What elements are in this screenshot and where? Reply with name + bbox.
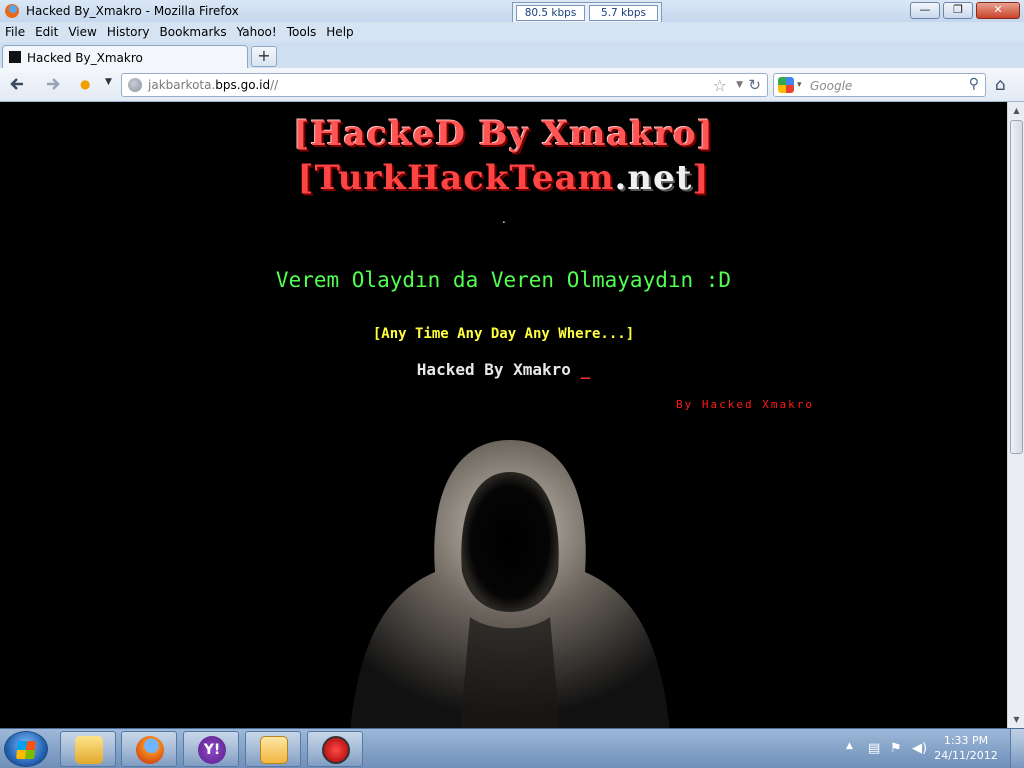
scroll-thumb[interactable]: [1010, 120, 1023, 454]
byline-text: By Hacked Xmakro: [676, 398, 814, 411]
upload-rate: 5.7 kbps: [589, 5, 658, 21]
taskbar-yahoo-messenger[interactable]: Y!: [183, 731, 239, 767]
outlook-icon: [260, 736, 288, 764]
bookmark-star-icon[interactable]: ☆: [713, 76, 727, 95]
scroll-up-icon[interactable]: ▲: [1008, 102, 1024, 119]
search-magnifier-icon[interactable]: ⚲: [969, 76, 979, 92]
url-dropdown-icon[interactable]: ▼: [736, 80, 743, 90]
menu-help[interactable]: Help: [326, 25, 353, 39]
new-tab-button[interactable]: +: [251, 46, 277, 67]
window-titlebar: Hacked By_Xmakro - Mozilla Firefox 80.5 …: [0, 0, 1024, 24]
taskbar-recorder[interactable]: [307, 731, 363, 767]
taskbar-outlook[interactable]: [245, 731, 301, 767]
windows-logo-icon: [16, 741, 36, 759]
back-button[interactable]: [6, 75, 28, 95]
google-engine-icon[interactable]: [778, 77, 794, 93]
firefox-icon: [136, 736, 164, 764]
navigation-toolbar: ● ▼ jakbarkota.bps.go.id// ☆ ▼ ↻ ▾ Googl…: [0, 68, 1024, 102]
close-button[interactable]: ✕: [976, 2, 1020, 19]
record-icon: [322, 736, 350, 764]
anytime-message: [Any Time Any Day Any Where...]: [372, 326, 635, 342]
tab-label: Hacked By_Xmakro: [27, 51, 143, 65]
maximize-button[interactable]: ❐: [943, 2, 973, 19]
tray-expand-icon[interactable]: ▲: [846, 741, 853, 751]
menu-tools[interactable]: Tools: [287, 25, 317, 39]
menu-bookmarks[interactable]: Bookmarks: [160, 25, 227, 39]
action-center-flag-icon[interactable]: ⚑: [890, 741, 902, 756]
window-controls: — ❐ ✕: [910, 2, 1020, 19]
download-rate: 80.5 kbps: [516, 5, 585, 21]
system-clock[interactable]: 1:33 PM 24/11/2012: [928, 733, 1004, 763]
globe-icon: [128, 78, 142, 92]
forward-button[interactable]: [42, 75, 64, 95]
forward-arrow-icon: [47, 78, 60, 90]
menu-history[interactable]: History: [107, 25, 150, 39]
page-favicon-icon: [9, 51, 21, 63]
clock-date: 24/11/2012: [934, 749, 998, 762]
reload-icon[interactable]: ↻: [748, 76, 761, 94]
hacked-by-message: Hacked By Xmakro _: [416, 360, 591, 379]
site-identity-icon[interactable]: ●: [80, 77, 90, 93]
folder-icon: [75, 736, 103, 764]
verem-message: Verem Olaydın da Veren Olmayaydın :D: [275, 268, 732, 292]
home-icon[interactable]: ⌂: [995, 75, 1006, 95]
headline-turkhackteam: [TurkHackTeam.net]: [297, 158, 710, 198]
menu-view[interactable]: View: [68, 25, 96, 39]
dot-text: .: [502, 212, 506, 226]
tab-hacked[interactable]: Hacked By_Xmakro: [2, 45, 248, 69]
back-arrow-icon: [10, 78, 23, 90]
scroll-down-icon[interactable]: ▼: [1008, 711, 1024, 728]
volume-icon[interactable]: ◀): [912, 741, 927, 756]
network-meter: 80.5 kbps 5.7 kbps: [512, 2, 662, 24]
minimize-button[interactable]: —: [910, 2, 940, 19]
vertical-scrollbar[interactable]: ▲ ▼: [1007, 102, 1024, 728]
search-bar[interactable]: ▾ Google ⚲: [773, 73, 986, 97]
menu-edit[interactable]: Edit: [35, 25, 58, 39]
tab-strip: Hacked By_Xmakro +: [0, 42, 1024, 69]
clock-time: 1:33 PM: [943, 734, 989, 747]
page-content: [HackeD By Xmakro] [TurkHackTeam.net] . …: [0, 102, 1007, 728]
engine-dropdown-icon[interactable]: ▾: [797, 80, 802, 90]
show-desktop-button[interactable]: [1010, 729, 1024, 768]
menu-file[interactable]: File: [5, 25, 25, 39]
firefox-icon: [4, 3, 20, 19]
url-bar[interactable]: jakbarkota.bps.go.id// ☆ ▼ ↻: [121, 73, 768, 97]
search-placeholder: Google: [810, 79, 853, 93]
start-button[interactable]: [4, 731, 48, 767]
taskbar-explorer[interactable]: [60, 731, 116, 767]
headline-hacked-by: [HackeD By Xmakro]: [293, 114, 714, 154]
history-dropdown-icon[interactable]: ▼: [105, 77, 112, 87]
taskbar-firefox[interactable]: [121, 731, 177, 767]
yahoo-messenger-icon: Y!: [198, 736, 226, 764]
network-icon[interactable]: ▤: [868, 741, 880, 756]
url-text[interactable]: jakbarkota.bps.go.id//: [148, 78, 278, 92]
taskbar: Y! ▲ ▤ ⚑ ◀) 1:33 PM 24/11/2012: [0, 728, 1024, 768]
window-title: Hacked By_Xmakro - Mozilla Firefox: [26, 4, 239, 18]
menu-bar: File Edit View History Bookmarks Yahoo! …: [0, 22, 1024, 42]
hooded-figure-image: [350, 440, 670, 728]
menu-yahoo[interactable]: Yahoo!: [237, 25, 277, 39]
